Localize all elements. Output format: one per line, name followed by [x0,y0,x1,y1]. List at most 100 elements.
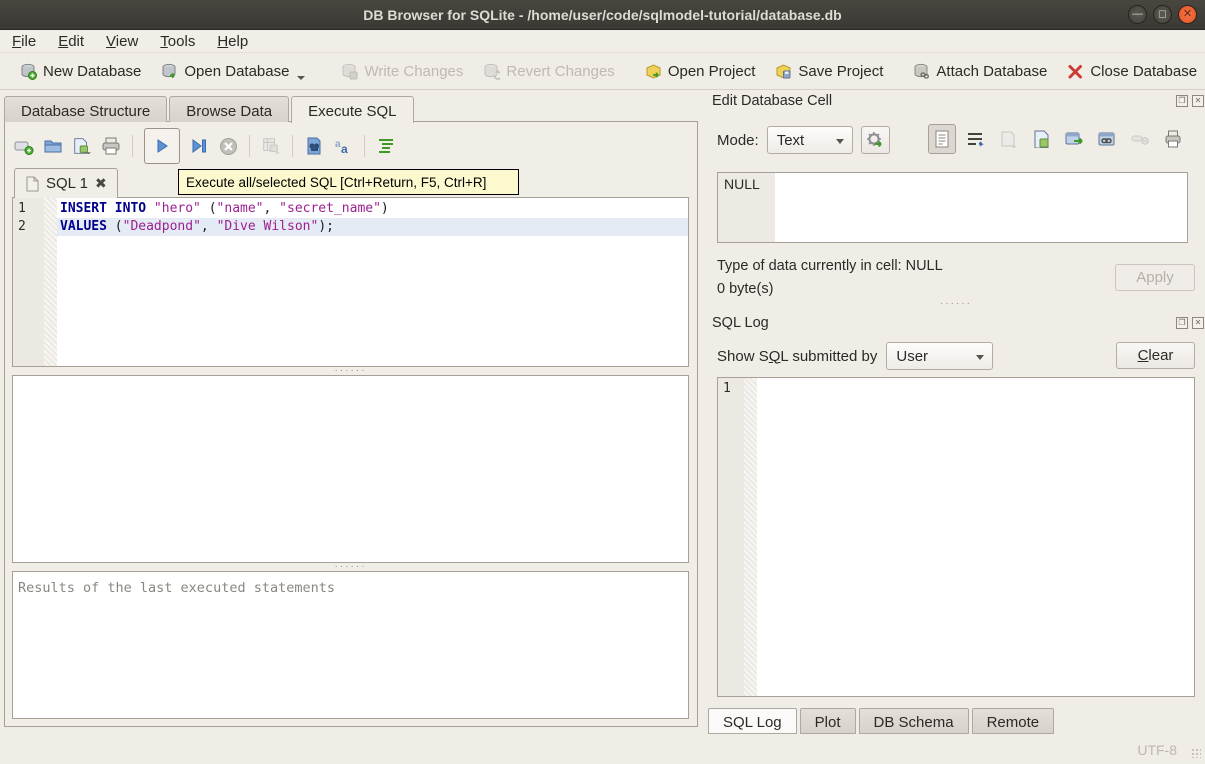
execute-all-button[interactable] [144,128,180,164]
sql-log-area[interactable]: 1 [717,377,1195,697]
autocomplete-button[interactable]: aa [333,136,353,156]
tab-browse-data[interactable]: Browse Data [169,96,289,122]
word-wrap-icon [966,131,984,147]
print-cell-button[interactable] [1159,124,1187,154]
editor-splitter[interactable]: ······ [12,368,689,373]
results-message-pane[interactable]: Results of the last executed statements [12,571,689,719]
sql-file-icon [25,176,39,192]
text-mode-button[interactable] [928,124,956,154]
line-number: 1 [18,200,40,218]
save-project-button[interactable]: Save Project [765,56,893,86]
open-project-button[interactable]: Open Project [635,56,766,86]
sql-code-line[interactable]: INSERT INTO "hero" ("name", "secret_name… [57,200,688,218]
execute-line-button[interactable] [189,136,209,156]
log-content[interactable] [757,378,1194,696]
log-fold-margin [744,378,757,696]
import-data-button[interactable] [861,126,890,154]
format-sql-button[interactable] [376,136,396,156]
revert-changes-label: Revert Changes [506,63,614,80]
import-text-button [994,124,1022,154]
save-sql-file-icon [72,136,92,156]
log-line-number: 1 [723,380,740,398]
attach-database-button[interactable]: Attach Database [903,56,1057,86]
results-splitter[interactable]: ······ [12,564,689,569]
execute-all-icon [153,137,171,155]
filter-value: User [896,348,928,365]
menu-help[interactable]: Help [217,33,248,50]
tab-database-structure[interactable]: Database Structure [4,96,167,122]
open-database-icon [161,63,178,80]
write-changes-button: Write Changes [331,56,473,86]
close-button[interactable]: ✕ [1178,5,1197,24]
open-database-dropdown-arrow[interactable] [297,76,305,80]
sql-editor-tab-label: SQL 1 [46,175,88,192]
menu-file[interactable]: File [12,33,36,50]
close-sql-tab-icon[interactable]: ✖ [95,175,107,192]
line-number: 2 [18,218,40,236]
menu-edit[interactable]: Edit [58,33,84,50]
save-sql-file-button[interactable] [72,136,92,156]
sql-editor[interactable]: 12 INSERT INTO "hero" ("name", "secret_n… [12,197,689,367]
mode-combobox[interactable]: Text [767,126,853,154]
edit-cell-dock-controls: ❐ ✕ [1176,95,1204,107]
filter-combobox[interactable]: User [886,342,993,370]
copy-link-button[interactable] [1093,124,1121,154]
clear-log-button[interactable]: Clear [1116,342,1195,369]
minimize-button[interactable]: — [1128,5,1147,24]
cell-type-info: Type of data currently in cell: NULL [717,258,943,274]
dock-tab-db-schema[interactable]: DB Schema [859,708,969,734]
log-line-number-gutter: 1 [718,378,744,696]
svg-text:a: a [341,142,348,156]
sql-log-filter-row: Show SQL submitted by User [717,342,993,370]
mode-value: Text [777,132,805,149]
results-grid[interactable] [12,375,689,563]
close-dock-icon[interactable]: ✕ [1192,95,1204,107]
tab-execute-sql[interactable]: Execute SQL [291,96,413,123]
close-database-button[interactable]: Close Database [1057,56,1205,86]
remove-link-icon [1131,132,1149,146]
open-in-external-button[interactable] [1060,124,1088,154]
open-sql-file-icon [43,136,63,156]
revert-changes-button: Revert Changes [473,56,624,86]
float-dock-icon[interactable]: ❐ [1176,317,1188,329]
print-cell-icon [1164,130,1182,148]
autocomplete-icon: aa [333,136,353,156]
sql-code-line[interactable]: VALUES ("Deadpond", "Dive Wilson"); [57,218,688,236]
fold-margin [44,198,57,366]
dock-splitter[interactable]: ······ [717,301,1195,306]
main-tabbar: Database Structure Browse Data Execute S… [4,96,416,122]
open-sql-file-button[interactable] [43,136,63,156]
word-wrap-button[interactable] [961,124,989,154]
sql-editor-tab[interactable]: SQL 1 ✖ [14,168,118,198]
save-project-label: Save Project [798,63,883,80]
sql-log-title: SQL Log [712,315,769,331]
menu-tools[interactable]: Tools [160,33,195,50]
write-changes-icon [341,63,358,80]
export-text-icon [1032,130,1050,148]
menu-view[interactable]: View [106,33,138,50]
link-icon [1098,131,1116,147]
dock-tab-plot[interactable]: Plot [800,708,856,734]
combo-arrow-icon [836,139,844,144]
export-text-button[interactable] [1027,124,1055,154]
print-sql-button[interactable] [101,136,121,156]
sql-code-area[interactable]: INSERT INTO "hero" ("name", "secret_name… [57,198,688,366]
find-replace-button[interactable] [304,136,324,156]
float-dock-icon[interactable]: ❐ [1176,95,1188,107]
new-database-button[interactable]: New Database [10,56,151,86]
save-results-icon [261,136,281,156]
window-title: DB Browser for SQLite - /home/user/code/… [363,7,841,23]
cell-editor[interactable]: NULL [717,172,1188,243]
open-database-button[interactable]: Open Database [151,56,315,86]
find-replace-icon [304,136,324,156]
edit-cell-title: Edit Database Cell [712,93,832,109]
dock-tab-remote[interactable]: Remote [972,708,1055,734]
resize-grip[interactable] [1191,748,1201,758]
dock-tab-sql-log[interactable]: SQL Log [708,708,797,734]
maximize-button[interactable]: ◻ [1153,5,1172,24]
sql-toolbar: aa [14,128,396,164]
close-dock-icon[interactable]: ✕ [1192,317,1204,329]
encoding-indicator: UTF-8 [1137,742,1177,758]
new-sql-tab-button[interactable] [14,136,34,156]
open-external-icon [1065,131,1083,147]
